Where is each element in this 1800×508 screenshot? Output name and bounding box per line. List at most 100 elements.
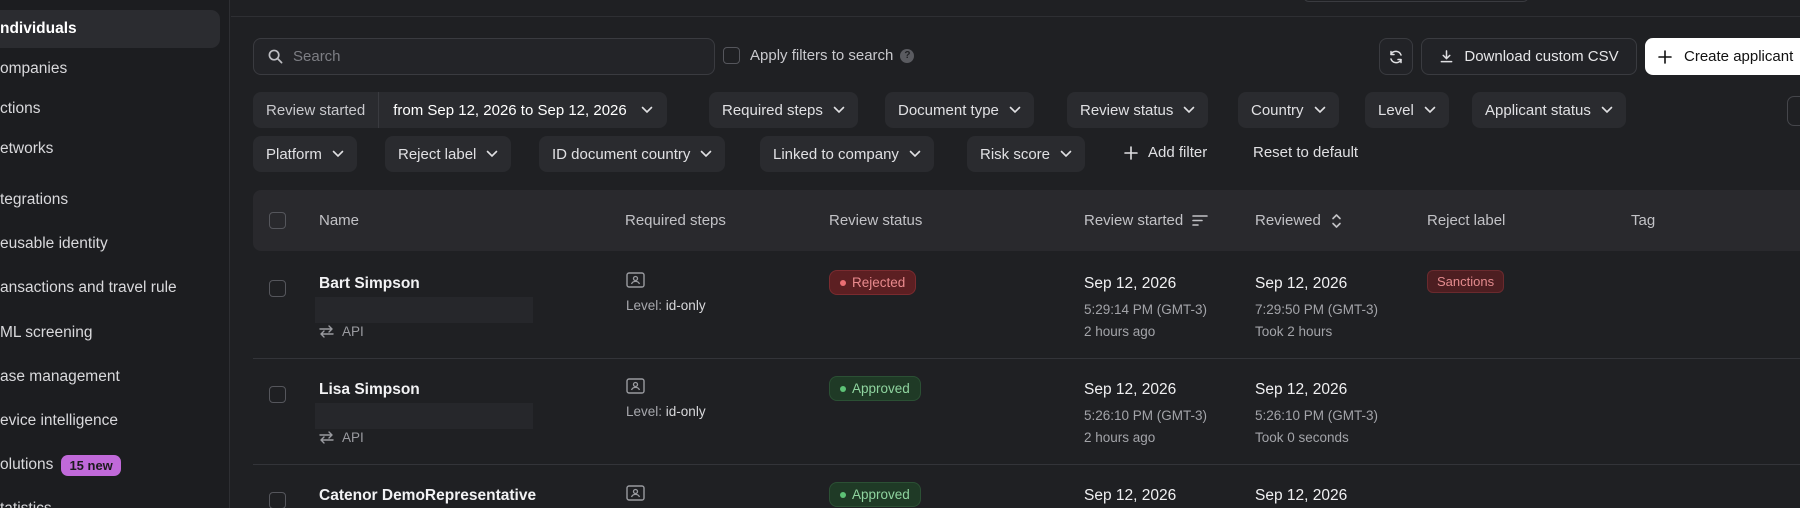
search-input[interactable] <box>293 48 693 65</box>
sidebar-item-label: ompanies <box>0 60 68 77</box>
filter-label: Linked to company <box>773 145 899 163</box>
filter-id-document-country[interactable]: ID document country <box>539 136 726 172</box>
sidebar-item-label: ndividuals <box>0 20 77 37</box>
header-label: Reviewed <box>1255 212 1321 229</box>
sidebar-item-label: ML screening <box>0 324 93 341</box>
sidebar-item-statistics[interactable]: tatistics <box>0 490 52 508</box>
status-text: Rejected <box>852 275 906 290</box>
sidebar-item-transactions[interactable]: ansactions and travel rule <box>0 269 177 307</box>
review-started-ago: 2 hours ago <box>1084 324 1156 339</box>
add-filter-button[interactable]: Add filter <box>1124 144 1207 161</box>
filter-label: Reject label <box>398 145 477 163</box>
applicant-name[interactable]: Bart Simpson <box>319 275 420 293</box>
filter-review-status[interactable]: Review status <box>1067 92 1209 128</box>
level-info: Level: id-only <box>626 404 706 419</box>
status-badge: Rejected <box>829 270 917 295</box>
filter-label: Document type <box>898 101 999 119</box>
chevron-down-icon <box>1601 106 1613 114</box>
column-header-review-status[interactable]: Review status <box>829 212 922 229</box>
reset-label: Reset to default <box>1253 144 1359 161</box>
filter-required-steps[interactable]: Required steps <box>709 92 858 128</box>
apply-filters-toggle[interactable]: Apply filters to search ? <box>723 47 915 64</box>
row-checkbox[interactable] <box>269 386 286 403</box>
filter-country[interactable]: Country <box>1238 92 1339 128</box>
chevron-down-icon <box>641 106 653 114</box>
sidebar-item-label: etworks <box>0 140 54 157</box>
filter-label: Required steps <box>722 101 823 119</box>
create-applicant-label: Create applicant <box>1684 48 1794 65</box>
header-label: Name <box>319 212 360 229</box>
sidebar-item-label: ctions <box>0 100 41 117</box>
review-started-filter[interactable]: Review started from Sep 12, 2026 to Sep … <box>253 92 667 128</box>
filter-platform[interactable]: Platform <box>253 136 357 172</box>
create-applicant-button[interactable]: Create applicant <box>1645 38 1800 75</box>
level-label: Level: <box>626 404 663 419</box>
sidebar-item-individuals[interactable]: ndividuals <box>0 10 220 48</box>
review-started-date: Sep 12, 2026 <box>1084 275 1177 292</box>
sidebar-item-companies[interactable]: ompanies <box>0 50 67 88</box>
search-box[interactable] <box>253 38 715 75</box>
sidebar-item-integrations[interactable]: tegrations <box>0 181 68 219</box>
redacted-field <box>315 403 533 429</box>
reviewed-date: Sep 12, 2026 <box>1255 487 1348 504</box>
filter-applicant-status[interactable]: Applicant status <box>1472 92 1626 128</box>
column-header-tag[interactable]: Tag <box>1631 212 1655 229</box>
sidebar-item-device-intelligence[interactable]: evice intelligence <box>0 402 118 440</box>
top-pill[interactable] <box>1303 0 1529 2</box>
sort-icon[interactable] <box>1331 213 1342 229</box>
reviewed-time: 5:26:10 PM (GMT-3) <box>1255 408 1379 423</box>
row-divider <box>253 464 1800 465</box>
add-filter-label: Add filter <box>1148 144 1208 161</box>
column-header-name[interactable]: Name <box>319 212 359 229</box>
applicant-name[interactable]: Catenor DemoRepresentative <box>319 487 536 505</box>
header-label: Review started <box>1084 212 1184 229</box>
filter-label: Country <box>1251 101 1304 119</box>
row-checkbox[interactable] <box>269 492 286 508</box>
filter-level[interactable]: Level <box>1365 92 1449 128</box>
main-content: Apply filters to search ? Download custo… <box>231 0 1800 508</box>
filter-document-type[interactable]: Document type <box>885 92 1034 128</box>
id-document-icon <box>626 485 645 501</box>
refresh-button[interactable] <box>1379 38 1413 75</box>
sidebar-item-networks[interactable]: etworks <box>0 130 53 168</box>
column-header-reviewed[interactable]: Reviewed <box>1255 212 1342 229</box>
help-icon[interactable]: ? <box>900 48 915 63</box>
column-header-review-started[interactable]: Review started <box>1084 212 1209 229</box>
source-text: API <box>342 324 364 339</box>
status-dot <box>840 279 846 286</box>
sidebar-item-aml-screening[interactable]: ML screening <box>0 314 92 352</box>
table-header <box>253 190 1800 251</box>
review-started-range[interactable]: from Sep 12, 2026 to Sep 12, 2026 <box>379 102 667 119</box>
status-badge: Approved <box>829 376 921 401</box>
column-header-reject-label[interactable]: Reject label <box>1427 212 1505 229</box>
select-all-checkbox[interactable] <box>269 212 286 229</box>
sidebar-item-reusable-identity[interactable]: eusable identity <box>0 225 108 263</box>
sidebar-item-actions[interactable]: ctions <box>0 90 41 128</box>
review-started-time: 5:26:10 PM (GMT-3) <box>1084 408 1208 423</box>
header-label: Reject label <box>1427 212 1506 229</box>
source-label: API <box>319 324 364 339</box>
filter-risk-score[interactable]: Risk score <box>967 136 1086 172</box>
filter-linked-to-company[interactable]: Linked to company <box>760 136 934 172</box>
row-checkbox[interactable] <box>269 280 286 297</box>
chevron-down-icon <box>332 150 344 158</box>
sort-descending-icon[interactable] <box>1192 214 1209 227</box>
apply-filters-checkbox[interactable] <box>723 47 740 64</box>
download-csv-button[interactable]: Download custom CSV <box>1421 38 1637 75</box>
level-info: Level: id-only <box>626 298 706 313</box>
review-started-time: 5:29:14 PM (GMT-3) <box>1084 302 1208 317</box>
sidebar-item-solutions[interactable]: olutions 15 new <box>0 446 121 484</box>
sidebar-item-case-management[interactable]: ase management <box>0 358 120 396</box>
sidebar-item-label: ansactions and travel rule <box>0 279 177 296</box>
reset-to-default-button[interactable]: Reset to default <box>1253 144 1358 161</box>
plus-icon <box>1124 145 1138 160</box>
status-text: Approved <box>852 381 910 396</box>
column-header-required-steps[interactable]: Required steps <box>625 212 726 229</box>
sidebar-item-label: tatistics <box>0 500 52 508</box>
columns-settings-button[interactable] <box>1787 96 1800 126</box>
filter-reject-label[interactable]: Reject label <box>385 136 512 172</box>
reject-label-badge: Sanctions <box>1427 270 1505 293</box>
sidebar-item-label: ase management <box>0 368 120 385</box>
filter-label: Risk score <box>980 145 1051 163</box>
applicant-name[interactable]: Lisa Simpson <box>319 381 420 399</box>
